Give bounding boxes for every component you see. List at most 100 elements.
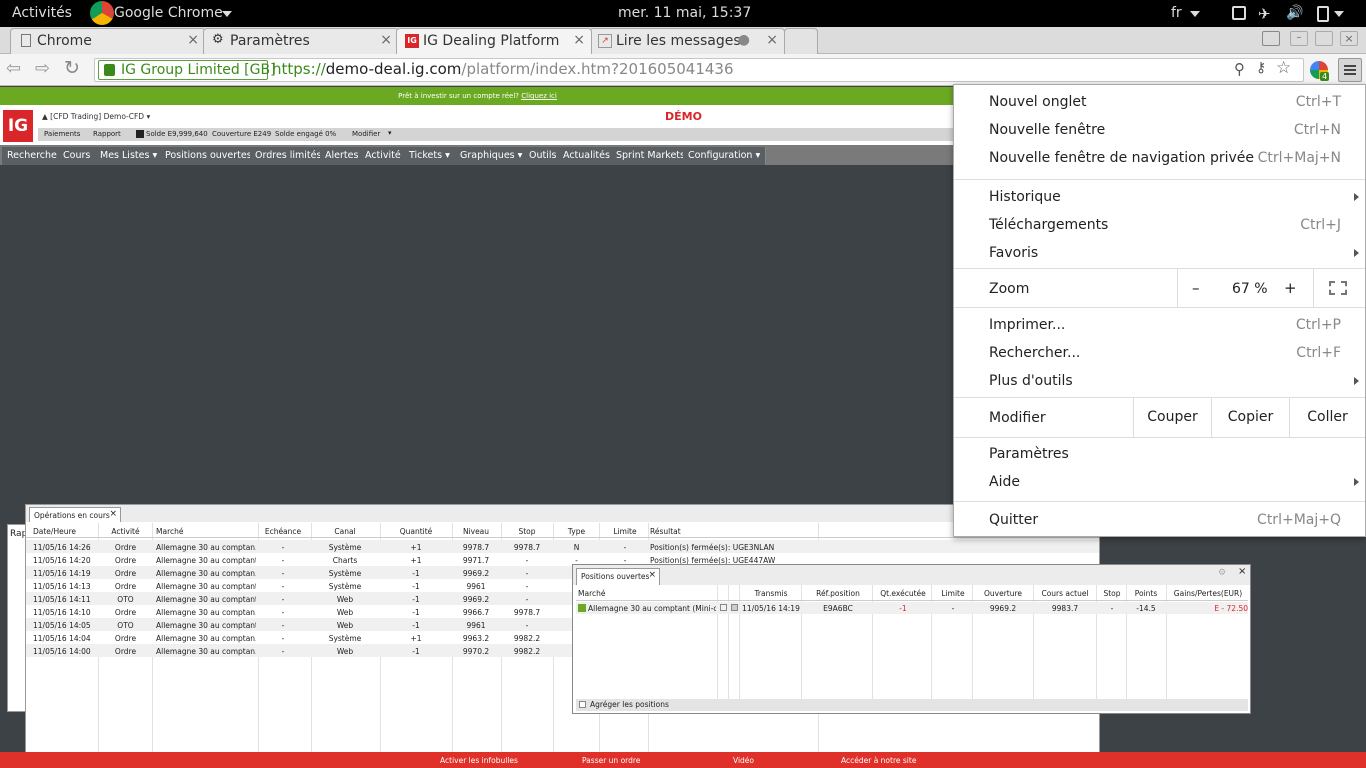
- close-panel-icon[interactable]: ×: [1238, 566, 1246, 577]
- fullscreen-icon[interactable]: [1329, 281, 1347, 295]
- nav-actualites[interactable]: Actualités: [558, 147, 616, 165]
- nav-cours[interactable]: Cours: [58, 147, 97, 165]
- column-header[interactable]: Echéance: [258, 527, 308, 536]
- report-link[interactable]: Rapport: [93, 130, 121, 138]
- activities-button[interactable]: Activités: [12, 5, 72, 21]
- nav-graphiques[interactable]: Graphiques ▾: [455, 147, 529, 165]
- menu-downloads[interactable]: Téléchargements Ctrl+J: [954, 212, 1365, 240]
- menu-find[interactable]: Rechercher... Ctrl+F: [954, 340, 1365, 368]
- close-tab-icon[interactable]: ×: [766, 32, 778, 48]
- ev-certificate-badge[interactable]: IG Group Limited [GB]: [98, 60, 276, 80]
- place-order-link[interactable]: Passer un ordre: [582, 756, 640, 765]
- app-menu-label[interactable]: Google Chrome: [114, 5, 223, 21]
- system-menu-chevron-icon[interactable]: [1334, 11, 1344, 17]
- language-indicator[interactable]: fr: [1171, 5, 1182, 21]
- column-header[interactable]: Stop: [1098, 589, 1126, 598]
- table-row[interactable]: Allemagne 30 au comptant (Mini-c... 11/05…: [576, 602, 1248, 614]
- column-header[interactable]: Date/Heure: [33, 527, 98, 536]
- column-header[interactable]: Marché: [578, 589, 718, 598]
- ig-logo[interactable]: IG: [3, 110, 33, 142]
- bookmark-star-icon[interactable]: ☆: [1276, 58, 1291, 78]
- payments-link[interactable]: Paiements: [44, 130, 80, 138]
- close-tab-icon[interactable]: ×: [380, 32, 392, 48]
- minimize-button[interactable]: –: [1290, 31, 1308, 46]
- table-row[interactable]: 11/05/16 14:26 Ordre Allemagne 30 au compt…: [26, 540, 1099, 553]
- forward-icon[interactable]: ⇨: [35, 58, 50, 79]
- menu-more-tools[interactable]: Plus d'outils: [954, 368, 1365, 396]
- menu-incognito[interactable]: Nouvelle fenêtre de navigation privée Ct…: [954, 146, 1365, 174]
- column-header[interactable]: Type: [554, 527, 599, 536]
- nav-sprint-markets[interactable]: Sprint Markets: [611, 147, 691, 165]
- column-header[interactable]: Quantité: [381, 527, 451, 536]
- back-icon[interactable]: ⇦: [6, 58, 21, 79]
- positions-tab[interactable]: Positions ouvertes ×: [576, 568, 660, 585]
- menu-help[interactable]: Aide: [954, 469, 1365, 497]
- website-link[interactable]: Accéder à notre site: [841, 756, 916, 765]
- banner-link[interactable]: Cliquez ici: [521, 92, 557, 100]
- close-window-button[interactable]: ×: [1340, 31, 1358, 46]
- column-header[interactable]: Résultat: [650, 527, 820, 536]
- menu-print[interactable]: Imprimer... Ctrl+P: [954, 312, 1365, 340]
- menu-new-window[interactable]: Nouvelle fenêtre Ctrl+N: [954, 118, 1365, 146]
- maximize-button[interactable]: [1315, 31, 1333, 46]
- column-header[interactable]: Limite: [934, 589, 972, 598]
- tab-settings[interactable]: ⚙ Paramètres ×: [203, 28, 399, 54]
- airplane-icon[interactable]: ✈: [1258, 5, 1271, 23]
- clock[interactable]: mer. 11 mai, 15:37: [618, 5, 751, 21]
- column-header[interactable]: Activité: [98, 527, 153, 536]
- column-header[interactable]: Marché: [156, 527, 256, 536]
- nav-recherche[interactable]: Recherche: [2, 147, 63, 165]
- tab-messages[interactable]: ↗ Lire les messages ● ×: [589, 28, 785, 54]
- volume-icon[interactable]: 🔊: [1286, 5, 1303, 21]
- column-header[interactable]: Stop: [501, 527, 553, 536]
- menu-quit[interactable]: Quitter Ctrl+Maj+Q: [954, 507, 1365, 535]
- search-icon[interactable]: ⚲: [1234, 60, 1245, 78]
- edit-icon[interactable]: [720, 604, 727, 611]
- zoom-in-button[interactable]: +: [1284, 279, 1297, 297]
- key-icon[interactable]: ⚷: [1256, 60, 1266, 76]
- dropdown-icon[interactable]: [731, 604, 738, 611]
- close-panel-icon[interactable]: ×: [109, 509, 117, 519]
- reload-icon[interactable]: ↻: [64, 57, 80, 79]
- column-header[interactable]: Cours actuel: [1034, 589, 1096, 598]
- clipboard-icon[interactable]: [1317, 6, 1329, 22]
- close-tab-icon[interactable]: ×: [573, 32, 585, 48]
- operations-tab[interactable]: Opérations en cours ×: [29, 507, 121, 522]
- nav-configuration[interactable]: Configuration ▾: [683, 147, 767, 165]
- url-text[interactable]: https://demo-deal.ig.com/platform/index.…: [272, 60, 734, 78]
- zoom-out-button[interactable]: –: [1192, 279, 1200, 297]
- video-link[interactable]: Vidéo: [733, 756, 754, 765]
- tab-chrome[interactable]: Chrome ×: [10, 28, 206, 54]
- column-header[interactable]: Canal: [311, 527, 379, 536]
- nav-outils[interactable]: Outils: [524, 147, 563, 165]
- nav-alertes[interactable]: Alertes: [320, 147, 365, 165]
- copy-button[interactable]: Copier: [1211, 398, 1289, 437]
- column-header[interactable]: Gains/Pertes(EUR): [1168, 589, 1248, 598]
- column-header[interactable]: Réf.position: [804, 589, 872, 598]
- chrome-menu-button[interactable]: [1338, 58, 1362, 82]
- column-header[interactable]: Qt.exécutée: [874, 589, 932, 598]
- column-header[interactable]: Limite: [601, 527, 649, 536]
- nav-ordres-limites[interactable]: Ordres limités: [250, 147, 328, 165]
- menu-bookmarks[interactable]: Favoris: [954, 240, 1365, 268]
- cut-button[interactable]: Couper: [1133, 398, 1211, 437]
- panel-settings-icon[interactable]: ⚙: [1218, 568, 1226, 578]
- profile-icon[interactable]: [1262, 31, 1280, 46]
- menu-settings[interactable]: Paramètres: [954, 441, 1365, 469]
- column-header[interactable]: Niveau: [452, 527, 500, 536]
- new-tab-button[interactable]: [784, 28, 818, 54]
- modify-chevron-icon[interactable]: ▾: [388, 129, 392, 137]
- tab-ig-dealing[interactable]: IG IG Dealing Platform ×: [396, 28, 592, 54]
- column-header[interactable]: Ouverture: [974, 589, 1032, 598]
- tooltips-link[interactable]: Activer les infobulles: [440, 756, 518, 765]
- nav-mes-listes[interactable]: Mes Listes ▾: [95, 147, 164, 165]
- nav-tickets[interactable]: Tickets ▾: [404, 147, 456, 165]
- nav-positions-ouvertes[interactable]: Positions ouvertes: [160, 147, 258, 165]
- close-tab-icon[interactable]: ×: [187, 32, 199, 48]
- window-icon[interactable]: [1232, 6, 1246, 20]
- nav-activite[interactable]: Activité: [360, 147, 407, 165]
- paste-button[interactable]: Coller: [1289, 398, 1365, 437]
- play-icon[interactable]: [578, 604, 586, 612]
- menu-history[interactable]: Historique: [954, 184, 1365, 212]
- modify-menu[interactable]: Modifier: [352, 130, 380, 138]
